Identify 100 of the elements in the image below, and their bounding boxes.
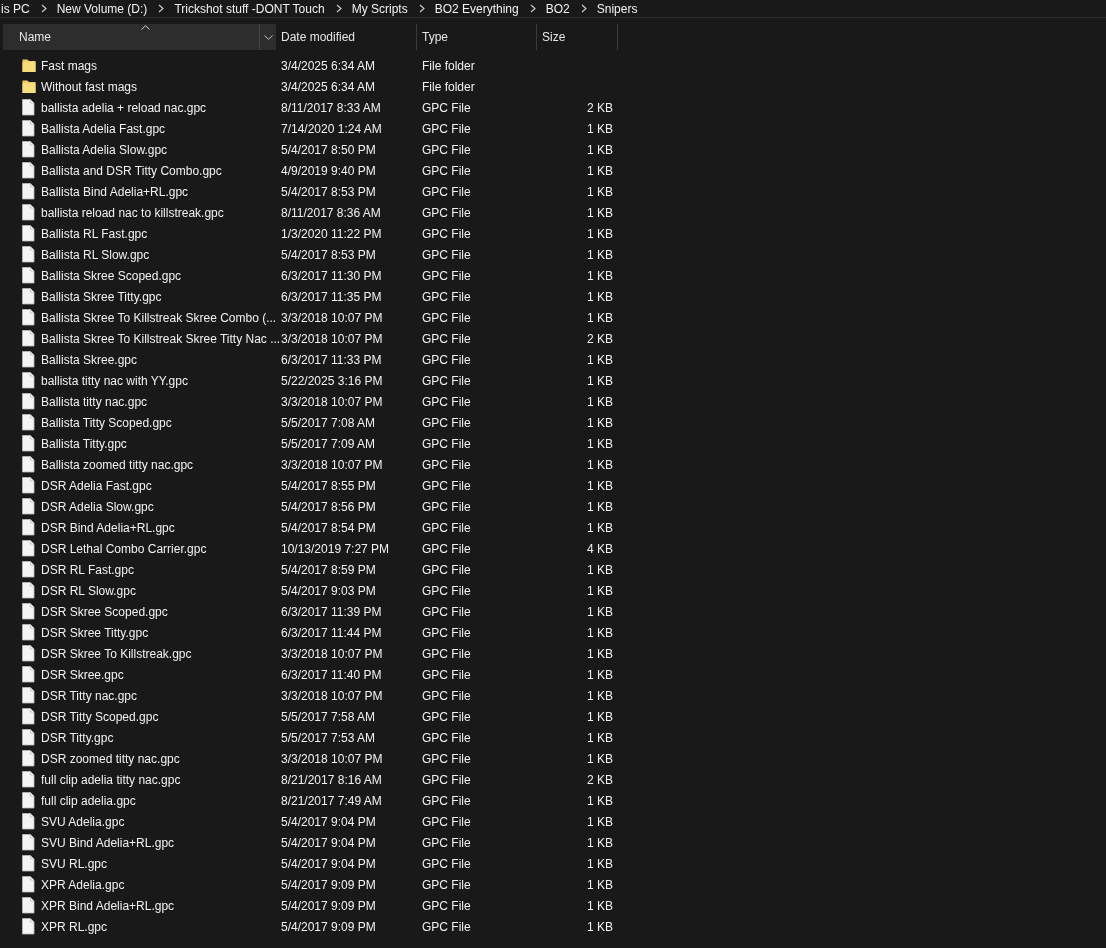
chevron-right-icon xyxy=(580,4,587,13)
file-name[interactable]: SVU Bind Adelia+RL.gpc xyxy=(41,835,175,850)
file-name[interactable]: DSR Titty nac.gpc xyxy=(41,688,138,703)
file-name[interactable]: DSR Titty Scoped.gpc xyxy=(41,709,159,724)
file-name[interactable]: Ballista Skree To Killstreak Skree Combo (... xyxy=(41,310,277,325)
file-name[interactable]: Ballista titty nac.gpc xyxy=(41,394,148,409)
date-modified: 3/3/2018 10:07 PM xyxy=(281,457,383,472)
file-type: GPC File xyxy=(422,898,471,913)
breadcrumb-item[interactable]: Trickshot stuff -DONT Touch xyxy=(174,1,325,16)
file-type: GPC File xyxy=(422,310,471,325)
file-name[interactable]: XPR RL.gpc xyxy=(41,919,108,934)
file-size: 1 KB xyxy=(587,184,613,199)
file-name[interactable]: Ballista Skree To Killstreak Skree Titty Nac ... xyxy=(41,331,281,346)
file-type: GPC File xyxy=(422,478,471,493)
file-name[interactable]: Ballista Skree Scoped.gpc xyxy=(41,268,182,283)
file-name[interactable]: DSR Lethal Combo Carrier.gpc xyxy=(41,541,207,556)
file-type: GPC File xyxy=(422,583,471,598)
file-name[interactable]: Ballista Bind Adelia+RL.gpc xyxy=(41,184,189,199)
file-name[interactable]: DSR Bind Adelia+RL.gpc xyxy=(41,520,175,535)
file-name[interactable]: Fast mags xyxy=(41,58,97,73)
file-name[interactable]: ballista reload nac to killstreak.gpc xyxy=(41,205,224,220)
date-modified: 5/4/2017 9:09 PM xyxy=(281,919,376,934)
file-name[interactable]: Ballista Titty.gpc xyxy=(41,436,127,451)
file-name[interactable]: ballista titty nac with YY.gpc xyxy=(41,373,188,388)
file-name[interactable]: DSR Skree Titty.gpc xyxy=(41,625,149,640)
file-size: 1 KB xyxy=(587,226,613,241)
date-modified: 5/22/2025 3:16 PM xyxy=(281,373,383,388)
column-header[interactable]: Size xyxy=(537,24,618,50)
date-modified: 6/3/2017 11:39 PM xyxy=(281,604,382,619)
file-name[interactable]: SVU Adelia.gpc xyxy=(41,814,125,829)
breadcrumb-item[interactable]: BO2 Everything xyxy=(434,1,519,16)
file-icon xyxy=(22,708,36,725)
file-type: GPC File xyxy=(422,436,471,451)
file-name[interactable]: SVU RL.gpc xyxy=(41,856,108,871)
file-name[interactable]: DSR RL Fast.gpc xyxy=(41,562,134,577)
file-icon xyxy=(22,582,36,599)
file-size: 1 KB xyxy=(587,436,613,451)
file-type: GPC File xyxy=(422,919,471,934)
column-header[interactable]: Name xyxy=(3,24,276,50)
file-size: 1 KB xyxy=(587,625,613,640)
file-name[interactable]: DSR Skree.gpc xyxy=(41,667,124,682)
date-modified: 7/14/2020 1:24 AM xyxy=(281,121,382,136)
file-name[interactable]: DSR Titty.gpc xyxy=(41,730,114,745)
file-name[interactable]: Ballista Skree Titty.gpc xyxy=(41,289,162,304)
file-icon xyxy=(22,897,36,914)
file-name[interactable]: full clip adelia titty nac.gpc xyxy=(41,772,181,787)
file-size: 4 KB xyxy=(587,541,613,556)
file-type: GPC File xyxy=(422,499,471,514)
file-icon xyxy=(22,330,36,347)
file-type: GPC File xyxy=(422,184,471,199)
file-name[interactable]: Ballista Adelia Fast.gpc xyxy=(41,121,166,136)
breadcrumb-item[interactable]: BO2 xyxy=(545,1,570,16)
column-header[interactable]: Date modified xyxy=(276,24,417,50)
file-name[interactable]: Without fast mags xyxy=(41,79,138,94)
column-header[interactable]: Type xyxy=(417,24,537,50)
date-modified: 5/4/2017 8:50 PM xyxy=(281,142,376,157)
file-name[interactable]: full clip adelia.gpc xyxy=(41,793,136,808)
file-name[interactable]: Ballista Titty Scoped.gpc xyxy=(41,415,172,430)
file-name[interactable]: DSR Skree Scoped.gpc xyxy=(41,604,168,619)
date-modified: 5/5/2017 7:58 AM xyxy=(281,709,376,724)
file-name[interactable]: Ballista Skree.gpc xyxy=(41,352,138,367)
file-name[interactable]: Ballista RL Fast.gpc xyxy=(41,226,148,241)
file-size: 1 KB xyxy=(587,730,613,745)
date-modified: 5/4/2017 8:53 PM xyxy=(281,184,376,199)
breadcrumb-item[interactable]: Snipers xyxy=(596,1,638,16)
file-type: GPC File xyxy=(422,205,471,220)
file-type: GPC File xyxy=(422,772,471,787)
breadcrumb-item[interactable]: New Volume (D:) xyxy=(56,1,148,16)
folder-icon xyxy=(22,57,36,74)
file-icon xyxy=(22,645,36,662)
breadcrumb-item[interactable]: My Scripts xyxy=(351,1,408,16)
file-icon xyxy=(22,498,36,515)
file-icon xyxy=(22,309,36,326)
file-name[interactable]: DSR Skree To Killstreak.gpc xyxy=(41,646,192,661)
file-size: 1 KB xyxy=(587,898,613,913)
file-name[interactable]: Ballista and DSR Titty Combo.gpc xyxy=(41,163,222,178)
file-size: 1 KB xyxy=(587,814,613,829)
file-name[interactable]: DSR RL Slow.gpc xyxy=(41,583,136,598)
file-name[interactable]: XPR Bind Adelia+RL.gpc xyxy=(41,898,175,913)
file-size: 1 KB xyxy=(587,667,613,682)
file-name[interactable]: DSR Adelia Fast.gpc xyxy=(41,478,152,493)
file-name[interactable]: DSR zoomed titty nac.gpc xyxy=(41,751,180,766)
breadcrumb-item[interactable]: is PC xyxy=(1,1,30,16)
file-type: File folder xyxy=(422,79,475,94)
file-type: GPC File xyxy=(422,877,471,892)
file-name[interactable]: Ballista zoomed titty nac.gpc xyxy=(41,457,194,472)
file-name[interactable]: XPR Adelia.gpc xyxy=(41,877,125,892)
file-name[interactable]: DSR Adelia Slow.gpc xyxy=(41,499,154,514)
date-modified: 1/3/2020 11:22 PM xyxy=(281,226,382,241)
file-name[interactable]: Ballista RL Slow.gpc xyxy=(41,247,150,262)
file-name[interactable]: ballista adelia + reload nac.gpc xyxy=(41,100,207,115)
file-icon xyxy=(22,813,36,830)
file-size: 1 KB xyxy=(587,415,613,430)
file-icon xyxy=(22,624,36,641)
file-size: 1 KB xyxy=(587,310,613,325)
file-icon xyxy=(22,666,36,683)
file-type: GPC File xyxy=(422,289,471,304)
file-icon xyxy=(22,120,36,137)
file-size: 1 KB xyxy=(587,877,613,892)
file-name[interactable]: Ballista Adelia Slow.gpc xyxy=(41,142,168,157)
